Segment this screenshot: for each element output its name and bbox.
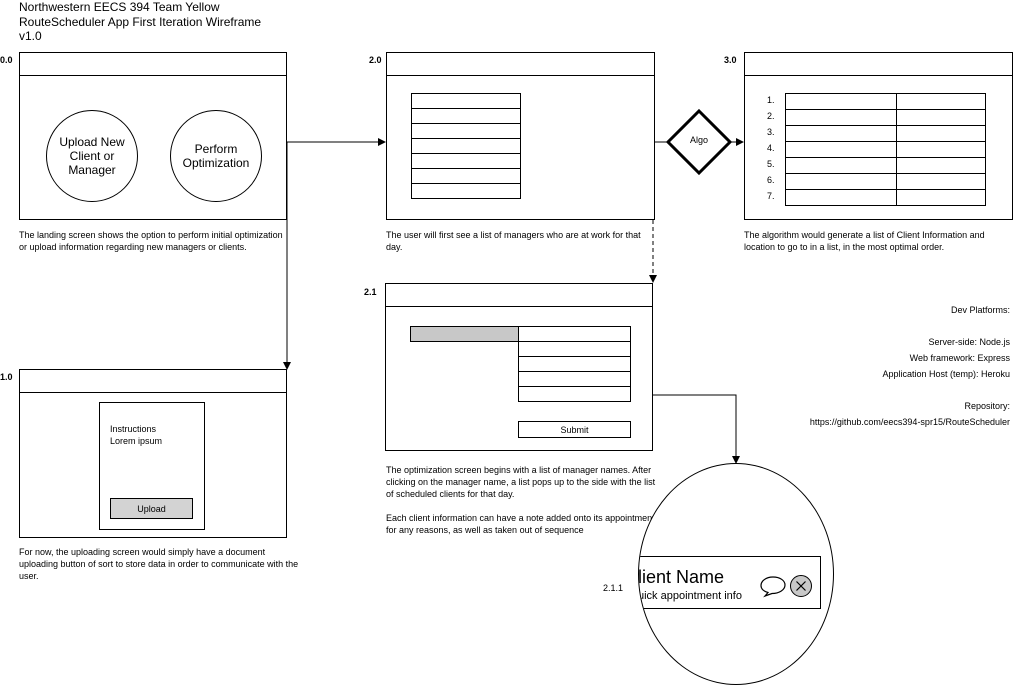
submit-button[interactable]: Submit — [518, 421, 631, 438]
result-row-number: 4. — [767, 143, 775, 153]
result-cell-location — [896, 141, 986, 158]
algo-label: Algo — [689, 135, 708, 145]
result-cell-client — [785, 109, 897, 126]
result-row-number: 6. — [767, 175, 775, 185]
landing-screen: Upload New Client or Manager Perform Opt… — [19, 52, 287, 220]
upload-button[interactable]: Upload — [110, 498, 193, 519]
screen-label-21: 2.1 — [364, 287, 377, 297]
instructions-body: Lorem ipsum — [110, 436, 163, 446]
result-row-number: 5. — [767, 159, 775, 169]
dev-server: Server-side: Node.js — [928, 337, 1010, 347]
dev-heading: Dev Platforms: — [950, 305, 1010, 315]
diagram-title: Northwestern EECS 394 Team Yellow RouteS… — [19, 0, 261, 44]
screen-titlebar — [386, 306, 652, 307]
client-row[interactable]: lient Name uick appointment info — [638, 556, 821, 609]
landing-caption: The landing screen shows the option to p… — [19, 230, 283, 252]
manager-list-caption: The user will first see a list of manage… — [386, 230, 641, 252]
manager-row[interactable] — [411, 93, 521, 109]
result-cell-client — [785, 93, 897, 110]
instructions-text: Instructions Lorem ipsum — [110, 423, 162, 447]
repo-url[interactable]: https://github.com/eecs394-spr15/RouteSc… — [810, 414, 1010, 430]
client-row[interactable] — [518, 326, 631, 342]
title-version: v1.0 — [19, 29, 42, 43]
result-cell-client — [785, 173, 897, 190]
result-row-number: 2. — [767, 111, 775, 121]
manager-list-screen — [386, 52, 655, 220]
manager-row[interactable] — [411, 183, 521, 199]
result-cell-location — [896, 157, 986, 174]
optimize-option-button[interactable]: Perform Optimization — [170, 110, 262, 202]
result-cell-client — [785, 157, 897, 174]
screen-label-3: 3.0 — [724, 55, 737, 65]
client-row[interactable] — [518, 386, 631, 402]
upload-button-label: Upload — [137, 503, 166, 514]
dev-framework: Web framework: Express — [909, 353, 1010, 363]
result-cell-client — [785, 189, 897, 206]
screen-label-1: 1.0 — [0, 372, 13, 382]
manager-row[interactable] — [411, 168, 521, 184]
result-cell-location — [896, 93, 986, 110]
dev-host: Application Host (temp): Heroku — [882, 369, 1010, 379]
optimize-option-label: Perform Optimization — [182, 142, 250, 170]
note-icon[interactable] — [759, 574, 787, 598]
manager-row[interactable] — [411, 123, 521, 139]
instructions-heading: Instructions — [110, 424, 157, 434]
optimization-caption-p2: Each client information can have a note … — [386, 513, 655, 535]
optimization-caption-p1: The optimization screen begins with a li… — [386, 465, 656, 499]
result-row-number: 3. — [767, 127, 775, 137]
remove-icon[interactable] — [789, 574, 813, 598]
selected-manager-row[interactable] — [410, 326, 519, 342]
screen-titlebar — [387, 75, 654, 76]
manager-row[interactable] — [411, 108, 521, 124]
repo-heading: Repository: — [964, 401, 1010, 411]
result-row-number: 1. — [767, 95, 775, 105]
upload-option-button[interactable]: Upload New Client or Manager — [46, 110, 138, 202]
result-row-number: 7. — [767, 191, 775, 201]
dev-platforms: Dev Platforms: Server-side: Node.js Web … — [810, 302, 1010, 430]
client-row[interactable] — [518, 341, 631, 357]
client-row[interactable] — [518, 356, 631, 372]
manager-list — [411, 93, 521, 199]
results-caption: The algorithm would generate a list of C… — [744, 230, 985, 252]
manager-row[interactable] — [411, 153, 521, 169]
upload-panel: Instructions Lorem ipsum Upload — [99, 402, 205, 530]
result-cell-client — [785, 125, 897, 142]
client-name: lient Name — [638, 567, 725, 587]
results-screen: 1. 2. 3. 4. 5. 6. 7. — [744, 52, 1013, 220]
title-line-1: Northwestern EECS 394 Team Yellow — [19, 0, 220, 14]
submit-button-label: Submit — [560, 424, 589, 435]
result-cell-client — [785, 141, 897, 158]
upload-option-label: Upload New Client or Manager — [59, 135, 125, 177]
screen-titlebar — [20, 75, 286, 76]
result-cell-location — [896, 109, 986, 126]
client-appointment-info: uick appointment info — [638, 590, 742, 602]
client-list — [518, 326, 631, 402]
manager-row[interactable] — [411, 138, 521, 154]
screen-titlebar — [20, 392, 286, 393]
client-detail-zoom: lient Name uick appointment info — [638, 463, 834, 685]
optimization-caption: The optimization screen begins with a li… — [386, 464, 656, 536]
title-line-2: RouteScheduler App First Iteration Wiref… — [19, 14, 262, 29]
result-cell-location — [896, 125, 986, 142]
result-cell-location — [896, 189, 986, 206]
screen-label-0: 0.0 — [0, 55, 13, 65]
screen-label-2: 2.0 — [369, 55, 382, 65]
screen-label-211: 2.1.1 — [603, 583, 624, 593]
upload-caption: For now, the uploading screen would simp… — [19, 547, 299, 581]
screen-titlebar — [745, 75, 1012, 76]
client-row[interactable] — [518, 371, 631, 387]
optimization-screen: Submit — [385, 283, 653, 451]
result-cell-location — [896, 173, 986, 190]
upload-screen: Instructions Lorem ipsum Upload — [19, 369, 287, 538]
